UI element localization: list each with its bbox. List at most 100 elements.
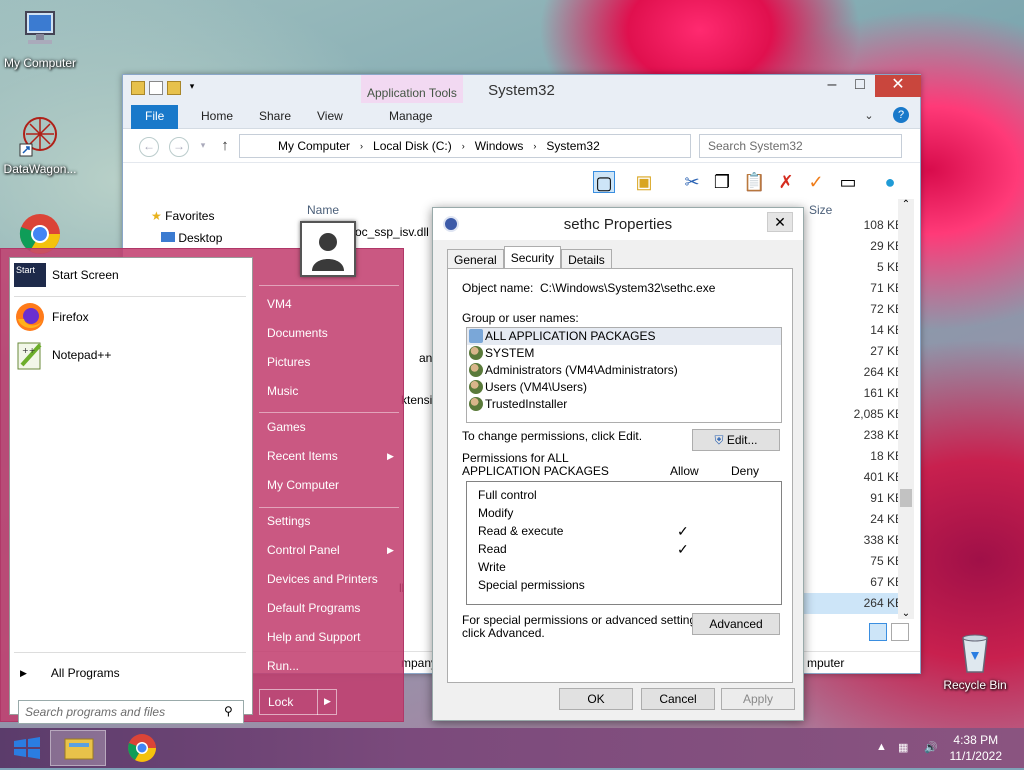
paste-icon[interactable]: 📋 (743, 171, 765, 193)
desktop-icon-my-computer[interactable]: My Computer (0, 8, 80, 70)
large-icons-view-icon[interactable] (891, 623, 909, 641)
start-right-item[interactable]: Devices and Printers (267, 572, 378, 586)
user-list-item[interactable]: SYSTEM (467, 345, 781, 362)
recent-locations-icon[interactable]: ▾ (193, 137, 213, 157)
file-size-cell[interactable]: 27 KB (803, 341, 903, 362)
breadcrumb-item[interactable]: Windows (475, 135, 524, 157)
show-hidden-icons-icon[interactable]: ▲ (876, 741, 887, 753)
start-right-item[interactable]: Control Panel (267, 543, 340, 557)
breadcrumb-item[interactable]: Local Disk (C:) (373, 135, 452, 157)
file-size-cell[interactable]: 161 KB (803, 383, 903, 404)
network-icon[interactable]: ▦ (898, 741, 908, 754)
user-list[interactable]: ALL APPLICATION PACKAGES SYSTEM Administra… (466, 327, 782, 423)
cancel-button[interactable]: Cancel (641, 688, 715, 710)
breadcrumb-item[interactable]: System32 (546, 135, 599, 157)
tab-share[interactable]: Share (245, 105, 305, 129)
taskbar-explorer-button[interactable] (50, 730, 106, 766)
file-size-cell[interactable]: 264 KB (803, 593, 903, 614)
cut-icon[interactable]: ✂ (681, 171, 703, 193)
lock-options-arrow[interactable]: ▶ (317, 689, 337, 715)
file-size-cell[interactable]: 29 KB (803, 236, 903, 257)
ok-button[interactable]: OK (559, 688, 633, 710)
start-right-item[interactable]: Settings (267, 514, 310, 528)
minimize-button[interactable]: – (817, 75, 847, 97)
file-name-fragment[interactable]: oc_ssp_isv.dll (355, 225, 429, 239)
file-name-fragment[interactable]: ktensi (401, 393, 432, 407)
file-size-cell[interactable]: 24 KB (803, 509, 903, 530)
ribbon-collapse-icon[interactable]: ⌄ (859, 106, 879, 128)
delete-icon[interactable]: ✗ (775, 171, 797, 193)
all-programs[interactable]: ▶ All Programs (20, 656, 120, 690)
start-right-item[interactable]: Pictures (267, 355, 310, 369)
tab-view[interactable]: View (303, 105, 357, 129)
details-view-icon[interactable] (869, 623, 887, 641)
tab-general[interactable]: General (447, 249, 504, 270)
advanced-button[interactable]: Advanced (692, 613, 780, 635)
file-size-cell[interactable]: 14 KB (803, 320, 903, 341)
file-size-cell[interactable]: 108 KB (803, 215, 903, 236)
taskbar-chrome-button[interactable] (114, 730, 170, 766)
scroll-thumb[interactable] (900, 489, 912, 507)
file-size-cell[interactable]: 67 KB (803, 572, 903, 593)
start-right-item[interactable]: VM4 (267, 297, 292, 311)
up-button[interactable]: ↑ (215, 137, 235, 157)
help-icon[interactable]: ? (893, 107, 909, 123)
clock[interactable]: 4:38 PM 11/1/2022 (950, 732, 1003, 764)
file-size-cell[interactable]: 91 KB (803, 488, 903, 509)
start-item-firefox[interactable]: Firefox (14, 300, 89, 334)
user-list-item[interactable]: Users (VM4\Users) (467, 379, 781, 396)
start-right-item[interactable]: Recent Items (267, 449, 338, 463)
file-size-cell[interactable]: 71 KB (803, 278, 903, 299)
back-button[interactable]: ← (139, 137, 159, 157)
preview-pane-icon[interactable]: ▢ (593, 171, 615, 193)
file-size-cell[interactable]: 264 KB (803, 362, 903, 383)
file-size-cell[interactable]: 75 KB (803, 551, 903, 572)
file-size-cell[interactable]: 338 KB (803, 530, 903, 551)
start-right-item[interactable]: My Computer (267, 478, 339, 492)
close-button[interactable]: ✕ (875, 75, 921, 97)
volume-icon[interactable]: 🔊 (924, 741, 938, 754)
tab-file[interactable]: File (131, 105, 179, 129)
properties-folder-icon[interactable]: ▣ (633, 171, 655, 193)
file-size-cell[interactable]: 18 KB (803, 446, 903, 467)
start-right-item[interactable]: Help and Support (267, 630, 360, 644)
breadcrumb[interactable]: My Computer › Local Disk (C:) › Windows › S… (239, 134, 691, 158)
breadcrumb-item[interactable]: My Computer (278, 135, 350, 157)
start-right-item[interactable]: Music (267, 384, 298, 398)
file-size-cell[interactable]: 5 KB (803, 257, 903, 278)
file-size-cell[interactable]: 238 KB (803, 425, 903, 446)
apply-check-icon[interactable]: ✓ (805, 171, 827, 193)
file-size-cell[interactable]: 2,085 KB (803, 404, 903, 425)
start-item-notepad-plus-plus[interactable]: ++ Notepad++ (14, 338, 111, 372)
user-list-item[interactable]: TrustedInstaller (467, 396, 781, 413)
rename-icon[interactable]: ▭ (837, 171, 859, 193)
start-search-input[interactable]: Search programs and files (18, 700, 244, 724)
globe-icon[interactable]: ● (879, 171, 901, 193)
desktop-icon-datawagon[interactable]: DataWagon... (0, 114, 80, 176)
forward-button[interactable]: → (169, 137, 189, 157)
scroll-down-icon[interactable]: ⌄ (898, 608, 914, 619)
explorer-titlebar[interactable]: ▾ System32 – □ ✕ (123, 75, 921, 103)
copy-icon[interactable]: ❐ (711, 171, 733, 193)
start-right-item[interactable]: Games (267, 420, 306, 434)
maximize-button[interactable]: □ (845, 75, 875, 97)
nav-desktop[interactable]: Desktop (161, 231, 222, 245)
dialog-titlebar[interactable]: sethc Properties ✕ (433, 208, 803, 240)
apply-button[interactable]: Apply (721, 688, 795, 710)
column-name[interactable]: Name (307, 203, 339, 217)
start-right-item[interactable]: Documents (267, 326, 328, 340)
dialog-close-button[interactable]: ✕ (767, 212, 793, 232)
start-right-item[interactable]: Run... (267, 659, 299, 673)
search-input[interactable]: Search System32 (699, 134, 902, 158)
start-item-start-screen[interactable]: Start Start Screen (14, 258, 119, 292)
edit-button[interactable]: ⛨ Edit... (692, 429, 780, 451)
tab-home[interactable]: Home (187, 105, 247, 129)
vertical-scrollbar[interactable]: ⌃ ⌄ (898, 199, 914, 619)
tab-manage[interactable]: Manage (375, 105, 446, 129)
scroll-up-icon[interactable]: ⌃ (898, 199, 914, 210)
start-right-item[interactable]: Default Programs (267, 601, 360, 615)
desktop-icon-recycle-bin[interactable]: Recycle Bin (935, 630, 1015, 692)
user-list-item[interactable]: ALL APPLICATION PACKAGES (467, 328, 781, 345)
tab-details[interactable]: Details (561, 249, 612, 270)
file-size-cell[interactable]: 401 KB (803, 467, 903, 488)
